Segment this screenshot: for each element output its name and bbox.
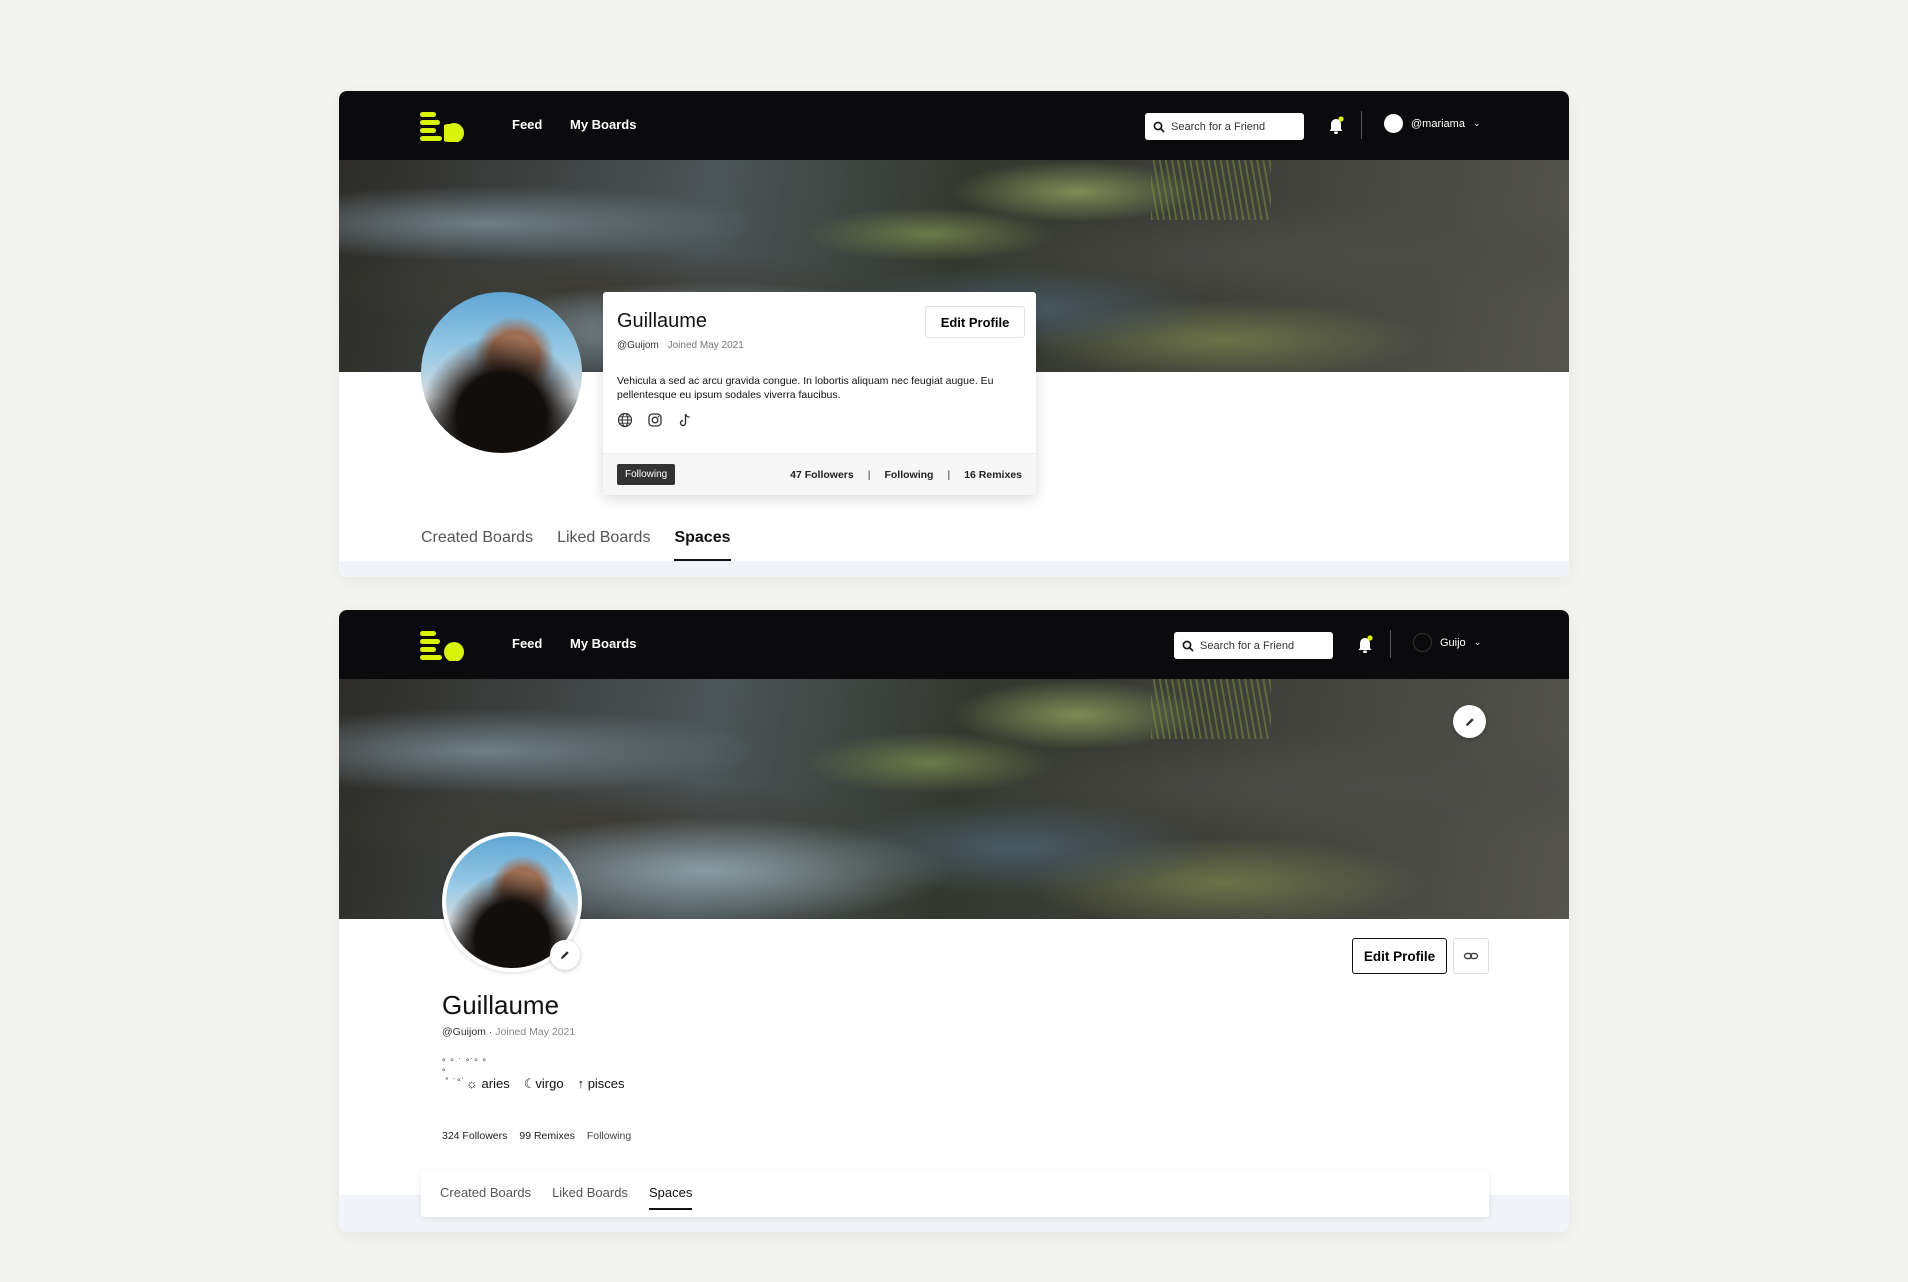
content-band bbox=[339, 561, 1569, 577]
rising-icon: ↑ bbox=[577, 1076, 588, 1091]
profile-view-frame: Feed My Boards @mariama ⌄ Guillaume @Gui… bbox=[339, 91, 1569, 577]
link-icon bbox=[1463, 952, 1479, 960]
user-menu[interactable]: @mariama ⌄ bbox=[1384, 114, 1481, 133]
sun-icon: ☼ bbox=[466, 1076, 482, 1091]
remixes-count[interactable]: 99 Remixes bbox=[519, 1130, 574, 1142]
profile-meta: @Guijom Joined May 2021 bbox=[617, 340, 744, 351]
profile-name: Guillaume bbox=[442, 990, 560, 1020]
copy-link-button[interactable] bbox=[1453, 938, 1489, 974]
profile-edit-frame: Feed My Boards Guijo ⌄ Guillaume @Guijom… bbox=[339, 610, 1569, 1232]
profile-tabs: Created Boards Liked Boards Spaces bbox=[421, 1170, 1489, 1217]
moon-sign: ☾virgo bbox=[524, 1076, 564, 1092]
tab-liked-boards[interactable]: Liked Boards bbox=[557, 529, 650, 561]
profile-joined: Joined May 2021 bbox=[667, 340, 744, 351]
nav-feed-link[interactable]: Feed bbox=[512, 117, 542, 132]
user-avatar bbox=[1384, 114, 1403, 133]
nav-my-boards-link[interactable]: My Boards bbox=[570, 636, 636, 651]
edit-profile-button[interactable]: Edit Profile bbox=[1352, 938, 1447, 974]
profile-card-footer: Following 47 Followers | Following | 16 … bbox=[603, 453, 1036, 495]
top-nav: Feed My Boards @mariama ⌄ bbox=[339, 91, 1569, 160]
user-name: @mariama bbox=[1411, 117, 1465, 130]
zodiac-list: ☼ aries ☾virgo ↑ pisces bbox=[466, 1076, 625, 1092]
globe-icon[interactable] bbox=[617, 412, 633, 428]
user-menu[interactable]: Guijo ⌄ bbox=[1413, 633, 1481, 652]
profile-stats: 324 Followers 99 Remixes Following bbox=[442, 1130, 631, 1142]
tab-created-boards[interactable]: Created Boards bbox=[421, 529, 533, 561]
moon-sign-label: virgo bbox=[535, 1076, 564, 1091]
profile-tabs: Created Boards Liked Boards Spaces bbox=[421, 529, 731, 561]
stats-separator: | bbox=[947, 469, 951, 481]
instagram-icon[interactable] bbox=[647, 412, 663, 428]
edit-avatar-button[interactable] bbox=[550, 940, 580, 970]
search-icon bbox=[1182, 640, 1194, 652]
profile-handle: @Guijom bbox=[442, 1026, 486, 1038]
followers-count[interactable]: 47 Followers bbox=[790, 469, 854, 481]
chevron-down-icon: ⌄ bbox=[1473, 637, 1482, 647]
user-name: Guijo bbox=[1440, 636, 1466, 649]
nav-divider bbox=[1361, 111, 1362, 139]
tab-spaces[interactable]: Spaces bbox=[648, 1185, 693, 1210]
rising-sign: ↑ pisces bbox=[578, 1076, 625, 1092]
nav-feed-link[interactable]: Feed bbox=[512, 636, 542, 651]
search-field[interactable] bbox=[1145, 113, 1304, 140]
profile-avatar bbox=[421, 292, 582, 453]
profile-name: Guillaume bbox=[617, 310, 708, 332]
following-badge[interactable]: Following bbox=[617, 464, 676, 485]
pencil-icon bbox=[561, 951, 569, 959]
moon-icon: ☾ bbox=[523, 1076, 536, 1091]
rising-sign-label: pisces bbox=[587, 1076, 625, 1091]
tab-created-boards[interactable]: Created Boards bbox=[440, 1185, 531, 1210]
profile-bio: Vehicula a sed ac arcu gravida congue. I… bbox=[617, 375, 994, 401]
tiktok-icon[interactable] bbox=[677, 412, 693, 428]
pencil-icon bbox=[1465, 717, 1474, 726]
notification-bell-icon[interactable] bbox=[1327, 115, 1345, 135]
tab-liked-boards[interactable]: Liked Boards bbox=[552, 1185, 628, 1210]
search-icon bbox=[1153, 121, 1165, 133]
remixes-count[interactable]: 16 Remixes bbox=[964, 469, 1022, 481]
tab-spaces[interactable]: Spaces bbox=[674, 529, 731, 561]
followers-count[interactable]: 324 Followers bbox=[442, 1130, 507, 1142]
profile-card: Guillaume @Guijom Joined May 2021 Edit P… bbox=[603, 292, 1036, 495]
following-link[interactable]: Following bbox=[587, 1130, 631, 1142]
chevron-down-icon: ⌄ bbox=[1472, 118, 1481, 128]
profile-stats: 47 Followers | Following | 16 Remixes bbox=[790, 469, 1022, 481]
meta-separator: · bbox=[488, 1026, 493, 1038]
stats-separator: | bbox=[867, 469, 871, 481]
top-nav: Feed My Boards Guijo ⌄ bbox=[339, 610, 1569, 679]
search-input[interactable] bbox=[1171, 120, 1291, 133]
search-input[interactable] bbox=[1200, 639, 1320, 652]
sun-sign-label: aries bbox=[481, 1076, 510, 1091]
search-field[interactable] bbox=[1174, 632, 1333, 659]
edit-cover-button[interactable] bbox=[1453, 705, 1486, 738]
nav-divider bbox=[1390, 630, 1391, 658]
social-links bbox=[617, 412, 693, 428]
zodiac-signs: ° ° ˙ °˙° ° ° ˚ ˙°˙ ☼ aries ☾virgo ↑ pis… bbox=[442, 1057, 662, 1117]
profile-joined: Joined May 2021 bbox=[495, 1026, 576, 1038]
notification-bell-icon[interactable] bbox=[1356, 634, 1374, 654]
user-avatar bbox=[1413, 633, 1432, 652]
edit-profile-button[interactable]: Edit Profile bbox=[925, 306, 1025, 338]
sun-sign: ☼ aries bbox=[466, 1076, 510, 1092]
profile-handle: @Guijom bbox=[617, 340, 659, 351]
nav-my-boards-link[interactable]: My Boards bbox=[570, 117, 636, 132]
profile-meta: @Guijom · Joined May 2021 bbox=[442, 1026, 575, 1038]
brand-logo[interactable] bbox=[420, 110, 466, 142]
following-link[interactable]: Following bbox=[884, 469, 933, 481]
brand-logo[interactable] bbox=[420, 629, 466, 661]
